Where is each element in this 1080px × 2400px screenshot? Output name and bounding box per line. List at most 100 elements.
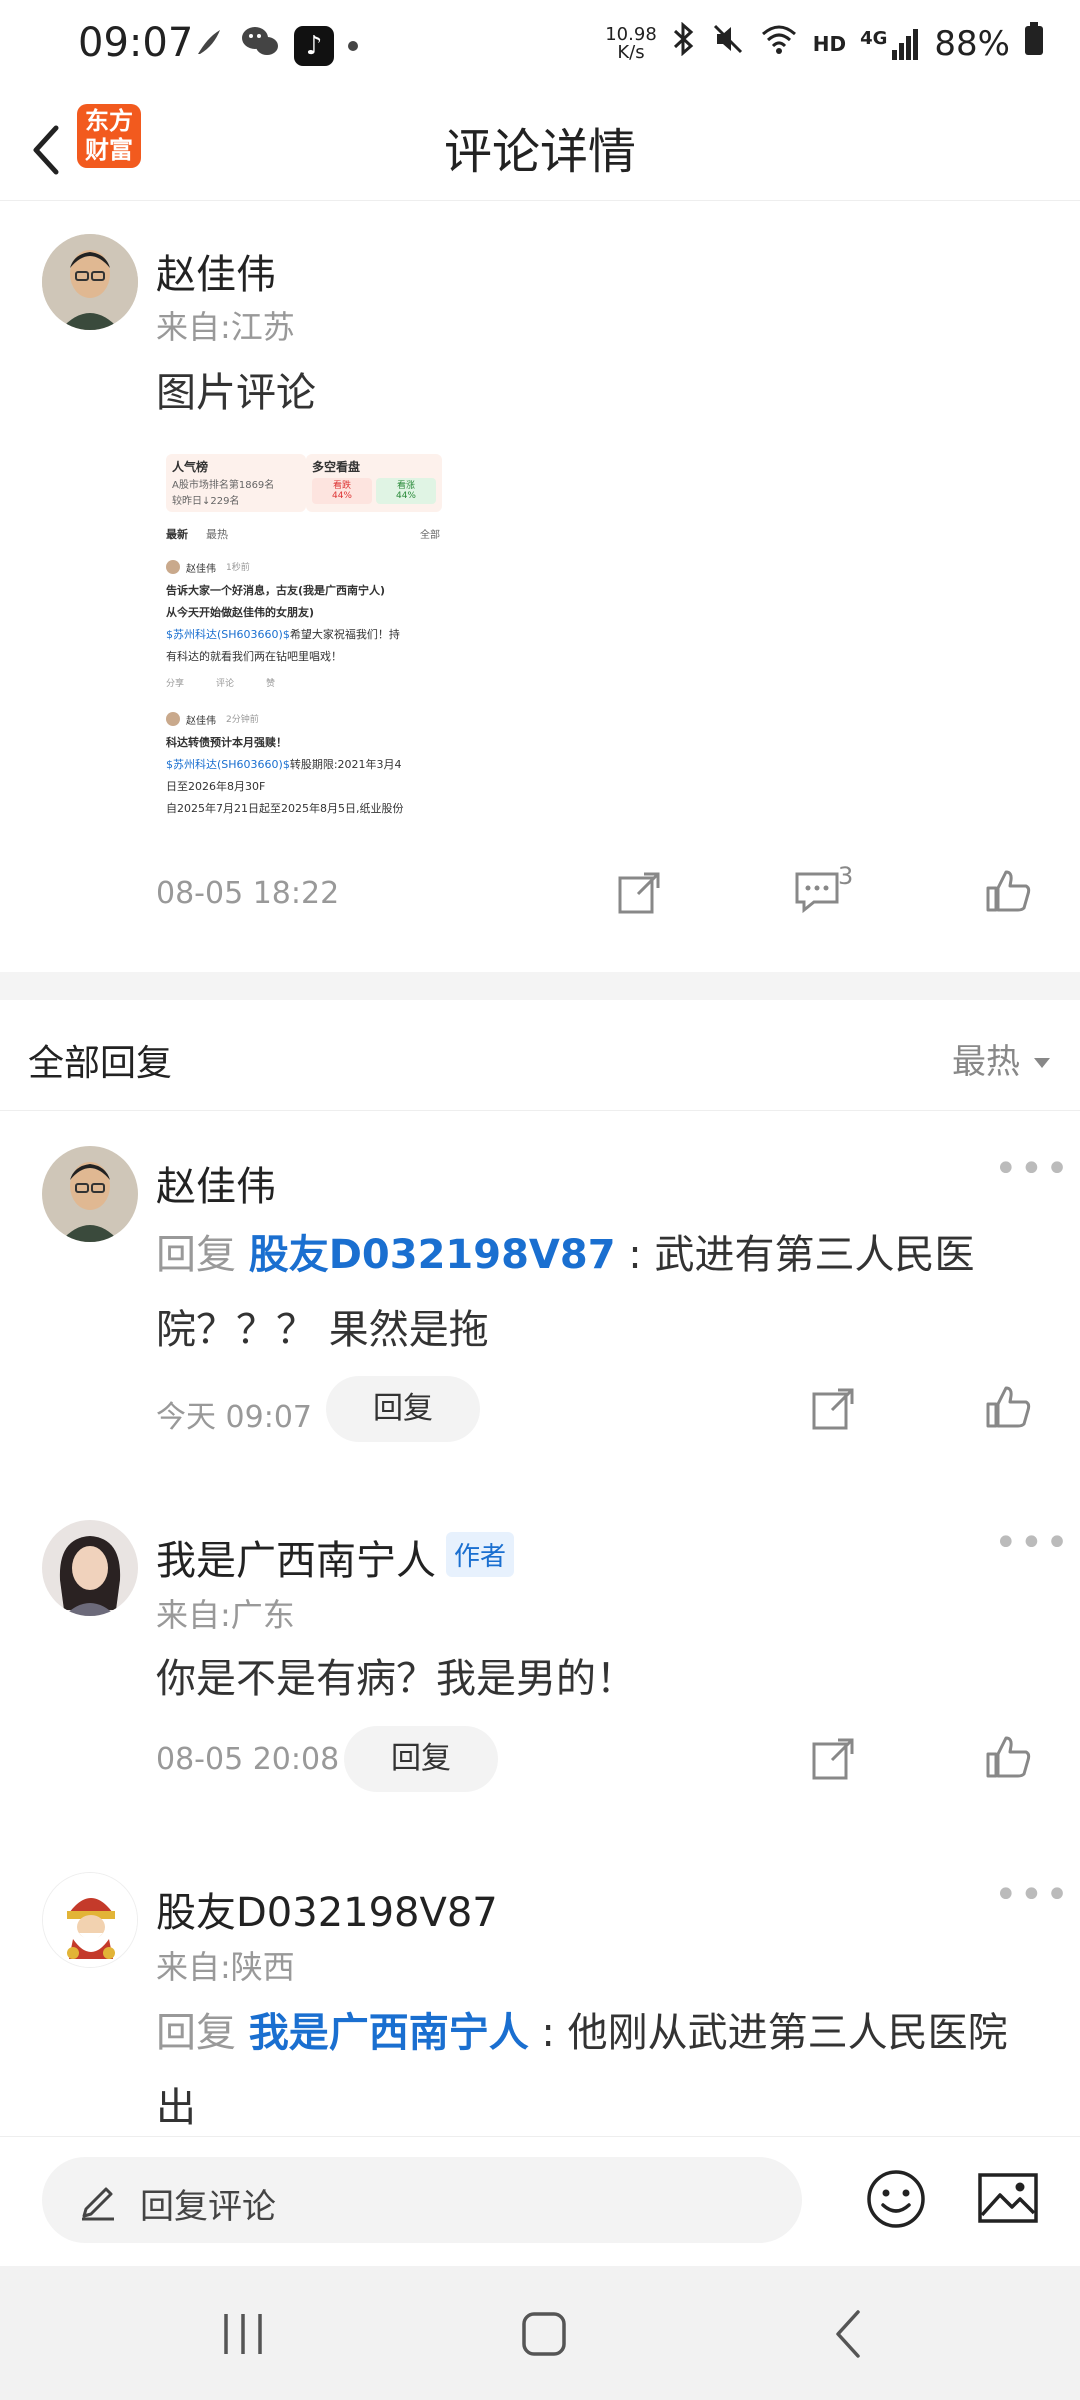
author-location: 来自:江苏 (156, 308, 295, 346)
author-badge: 作者 (446, 1532, 515, 1577)
sort-label: 最热 (952, 1042, 1020, 1082)
sort-dropdown[interactable]: 最热 (952, 1034, 1052, 1083)
comment-image[interactable]: 人气榜 A股市场排名第1869名 较昨日↓229名 多空看盘 看跌 44% 看涨 4… (156, 450, 446, 840)
post1-avatar (166, 560, 180, 574)
post2-line3: 日至2026年8月30F (166, 780, 266, 793)
reply-text: 你是不是有病？我是男的！ (156, 1656, 636, 1702)
post2-line2: 转股期限:2021年3月4 (289, 758, 402, 771)
mute-icon (711, 22, 745, 65)
bear-pct: 44% (331, 491, 352, 501)
post2-stock: $苏州科达(SH603660)$ (166, 758, 290, 771)
rank-card: 人气榜 A股市场排名第1869名 较昨日↓229名 (166, 454, 306, 512)
post1-like: 赞 (266, 679, 276, 689)
dot-icon (348, 41, 358, 51)
reply-prefix: 回复 (156, 2010, 236, 2056)
reply-location: 来自:广东 (156, 1596, 295, 1634)
share-button[interactable] (808, 1734, 858, 1788)
reply-author[interactable]: 我是广西南宁人 (156, 1528, 436, 1586)
more-icon[interactable]: ••• (994, 1872, 1071, 1918)
reply-input[interactable]: 回复评论 (42, 2157, 802, 2243)
battery-percent: 88% (934, 23, 1010, 64)
replies-title: 全部回复 (28, 1043, 173, 1084)
speed-unit: K/s (617, 41, 645, 63)
more-icon[interactable]: ••• (994, 1520, 1071, 1566)
image-picker-button[interactable] (976, 2169, 1040, 2233)
reply-target-link[interactable]: 股友D032198V87 (249, 1232, 616, 1278)
top-bar: 东方 财富 评论详情 (0, 90, 1080, 201)
reply-text: 回复 股友D032198V87 : 武进有第三人民医 院？？？ 果然是拖 (156, 1218, 1036, 1368)
wechat-icon (240, 24, 280, 68)
like-button[interactable] (984, 866, 1034, 920)
status-time: 09:07 (78, 20, 194, 66)
post1-author: 赵佳伟 (186, 564, 216, 575)
post2-line1: 科达转债预计本月强赎！ (166, 736, 287, 749)
share-button[interactable] (614, 868, 664, 922)
network-speed: 10.98 K/s (605, 23, 657, 63)
comment-time: 08-05 18:22 (156, 876, 340, 911)
bear-label: 看跌 (332, 481, 351, 491)
reply-avatar[interactable] (42, 1146, 138, 1242)
post1-line3-wrap: $苏州科达(SH603660)$希望大家祝福我们！持 (166, 626, 400, 642)
status-right: 10.98 K/s HD 4G 88% (605, 21, 1044, 65)
post2-author: 赵佳伟 (186, 716, 216, 727)
rank-line2: 较昨日↓229名 (172, 496, 240, 507)
post1-line3: 希望大家祝福我们！持 (289, 628, 400, 641)
tab-hot: 最热 (206, 528, 228, 541)
post1-stock: $苏州科达(SH603660)$ (166, 628, 290, 641)
reply-author[interactable]: 赵佳伟 (156, 1154, 276, 1212)
section-divider (0, 972, 1080, 1000)
reply-line1: : 武进有第三人民医 (615, 1232, 975, 1278)
back-nav-button[interactable] (830, 2308, 866, 2364)
home-button[interactable] (520, 2310, 568, 2362)
author-name[interactable]: 赵佳伟 (156, 242, 276, 300)
reply-author[interactable]: 股友D032198V87 (156, 1880, 498, 1938)
pencil-icon (78, 2179, 118, 2225)
post1-comment: 评论 (216, 679, 235, 689)
bull-box: 看涨 44% (376, 478, 436, 504)
reply-input-placeholder: 回复评论 (140, 2187, 276, 2227)
reply-avatar[interactable] (42, 1520, 138, 1616)
post1-line2: 从今天开始做赵佳伟的女朋友) (166, 606, 315, 619)
recent-apps-button[interactable] (220, 2312, 266, 2360)
emoji-button[interactable] (864, 2167, 928, 2235)
bull-pct: 44% (395, 491, 416, 501)
battery-icon (1024, 22, 1044, 65)
reply-line2: 院？？？ 果然是拖 (156, 1307, 489, 1353)
post1-line1: 告诉大家一个好消息，古友(我是广西南宁人) (166, 584, 386, 597)
more-icon[interactable]: ••• (994, 1146, 1071, 1192)
reply-prefix: 回复 (156, 1232, 236, 1278)
reply-time: 08-05 20:08 (156, 1742, 340, 1777)
post2-time: 2分钟前 (226, 715, 259, 725)
cell-signal-icon: 4G (860, 28, 920, 60)
tab-latest: 最新 (166, 528, 188, 541)
reply-target-link[interactable]: 我是广西南宁人 (249, 2010, 529, 2056)
tiktok-icon: ♪ (294, 26, 334, 66)
cell-type: 4G (860, 27, 888, 49)
hd-label: HD (812, 31, 847, 56)
post1-time: 1秒前 (226, 563, 250, 573)
reply-avatar[interactable] (42, 1872, 138, 1968)
speed-value: 10.98 (605, 23, 657, 45)
reply-button[interactable]: 回复 (344, 1726, 498, 1792)
post1-share: 分享 (166, 679, 185, 689)
reply-button[interactable]: 回复 (326, 1376, 480, 1442)
page-title: 评论详情 (443, 124, 636, 180)
comment-count: 3 (838, 862, 854, 890)
system-nav-bar (0, 2266, 1080, 2400)
wifi-icon (759, 22, 799, 65)
triangle-down-icon (1032, 1039, 1052, 1079)
bottom-input-bar: 回复评论 (0, 2136, 1080, 2267)
notification-icons: ♪ (190, 24, 358, 68)
post2-avatar (166, 712, 180, 726)
like-button[interactable] (984, 1732, 1034, 1786)
comment-button[interactable] (792, 866, 842, 920)
reply-time: 今天 09:07 (156, 1400, 312, 1435)
share-button[interactable] (808, 1384, 858, 1438)
bull-bear-card: 多空看盘 看跌 44% 看涨 44% (306, 454, 442, 512)
bull-bear-label: 多空看盘 (312, 460, 361, 474)
post1-line4: 有科达的就看我们两在钻吧里唱戏！ (166, 650, 342, 663)
status-bar: 09:07 ♪ 10.98 K/s HD 4G 88% (0, 0, 1080, 90)
author-avatar[interactable] (42, 234, 138, 330)
bear-box: 看跌 44% (312, 478, 372, 504)
like-button[interactable] (984, 1382, 1034, 1436)
